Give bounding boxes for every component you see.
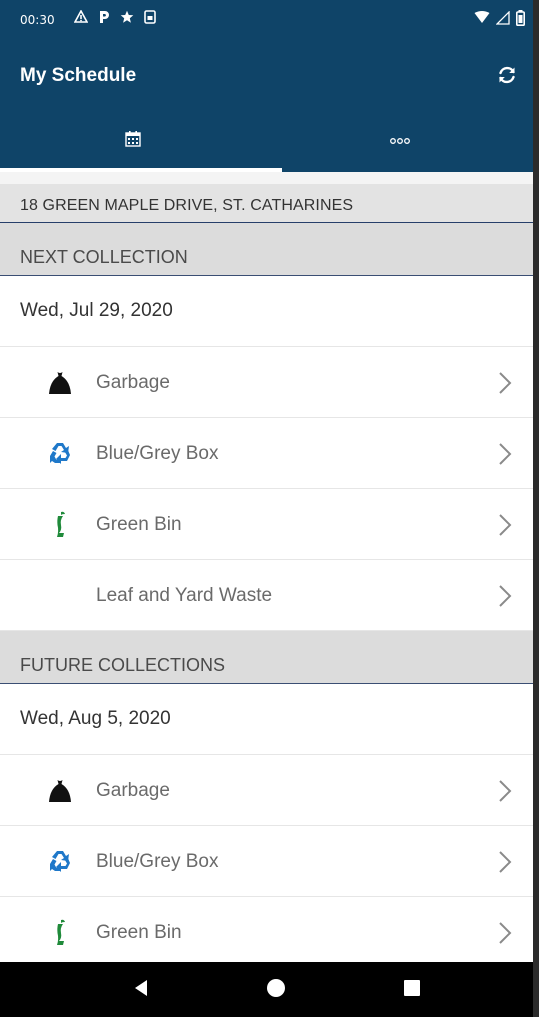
wifi-icon: [474, 11, 490, 28]
chevron-right-icon: [495, 440, 515, 468]
more-dots-icon: [390, 132, 410, 150]
tab-calendar[interactable]: [0, 110, 266, 172]
calendar-icon: [125, 130, 141, 152]
garbage-bag-icon: [46, 777, 74, 805]
chevron-right-icon: [495, 848, 515, 876]
item-label: Garbage: [96, 780, 170, 801]
list-item-garbage[interactable]: Garbage: [0, 755, 533, 826]
refresh-button[interactable]: [493, 63, 521, 91]
list-item-blue-grey-box[interactable]: Blue/Grey Box: [0, 418, 533, 489]
list-item-green-bin[interactable]: Green Bin: [0, 489, 533, 560]
schedule-content: 18 GREEN MAPLE DRIVE, ST. CATHARINES NEX…: [0, 172, 533, 962]
sim-icon: [144, 10, 156, 27]
status-icons-right: [474, 10, 526, 29]
section-header-future: FUTURE COLLECTIONS: [0, 631, 533, 684]
tab-bar: [0, 110, 533, 172]
item-label: Green Bin: [96, 514, 182, 535]
home-icon: [266, 978, 286, 1003]
home-button[interactable]: [262, 976, 290, 1004]
recycle-icon: [46, 440, 74, 468]
item-label: Leaf and Yard Waste: [96, 585, 273, 606]
item-label: Garbage: [96, 372, 170, 393]
apple-core-icon: [46, 511, 74, 539]
section-header-label: NEXT COLLECTION: [20, 247, 188, 267]
garbage-bag-icon: [46, 369, 74, 397]
status-time: 00:30: [20, 13, 55, 27]
item-label: Blue/Grey Box: [96, 851, 219, 872]
address-label: 18 GREEN MAPLE DRIVE, ST. CATHARINES: [20, 197, 354, 214]
date-label: Wed, Aug 5, 2020: [20, 708, 171, 729]
chevron-right-icon: [495, 777, 515, 805]
window-edge: [533, 0, 539, 1017]
section-header-label: FUTURE COLLECTIONS: [20, 655, 226, 675]
system-nav-bar: [0, 962, 533, 1017]
back-button[interactable]: [127, 976, 155, 1004]
recents-icon: [404, 979, 420, 1001]
future-collection-date: Wed, Aug 5, 2020: [0, 684, 533, 755]
recycle-icon: [46, 848, 74, 876]
list-item-leaf-and-yard-waste[interactable]: Leaf and Yard Waste: [0, 560, 533, 631]
app-toolbar: My Schedule: [0, 44, 533, 110]
chevron-right-icon: [495, 511, 515, 539]
status-bar: 00:30: [0, 0, 533, 44]
item-label: Green Bin: [96, 922, 182, 943]
phone-screen: 00:30 My Schedule 18 GREEN MAPLE DRIVE, …: [0, 0, 533, 1017]
page-title: My Schedule: [20, 65, 137, 86]
refresh-icon: [496, 64, 518, 91]
status-icons-left: [73, 9, 156, 27]
back-icon: [133, 979, 149, 1002]
signal-icon: [495, 10, 510, 28]
tab-more[interactable]: [267, 110, 533, 172]
chevron-right-icon: [495, 582, 515, 610]
list-item-green-bin[interactable]: Green Bin: [0, 897, 533, 962]
date-label: Wed, Jul 29, 2020: [20, 300, 173, 321]
recents-button[interactable]: [398, 976, 426, 1004]
apple-core-icon: [46, 919, 74, 947]
item-label: Blue/Grey Box: [96, 443, 219, 464]
battery-icon: [516, 10, 526, 29]
chevron-right-icon: [495, 919, 515, 947]
section-header-next: NEXT COLLECTION: [0, 223, 533, 276]
next-collection-date: Wed, Jul 29, 2020: [0, 276, 533, 347]
star-icon: [120, 10, 134, 27]
list-item-garbage[interactable]: Garbage: [0, 347, 533, 418]
parking-icon: [98, 10, 110, 27]
warning-icon: [73, 9, 89, 27]
chevron-right-icon: [495, 369, 515, 397]
address-row: 18 GREEN MAPLE DRIVE, ST. CATHARINES: [0, 184, 533, 223]
list-item-blue-grey-box[interactable]: Blue/Grey Box: [0, 826, 533, 897]
